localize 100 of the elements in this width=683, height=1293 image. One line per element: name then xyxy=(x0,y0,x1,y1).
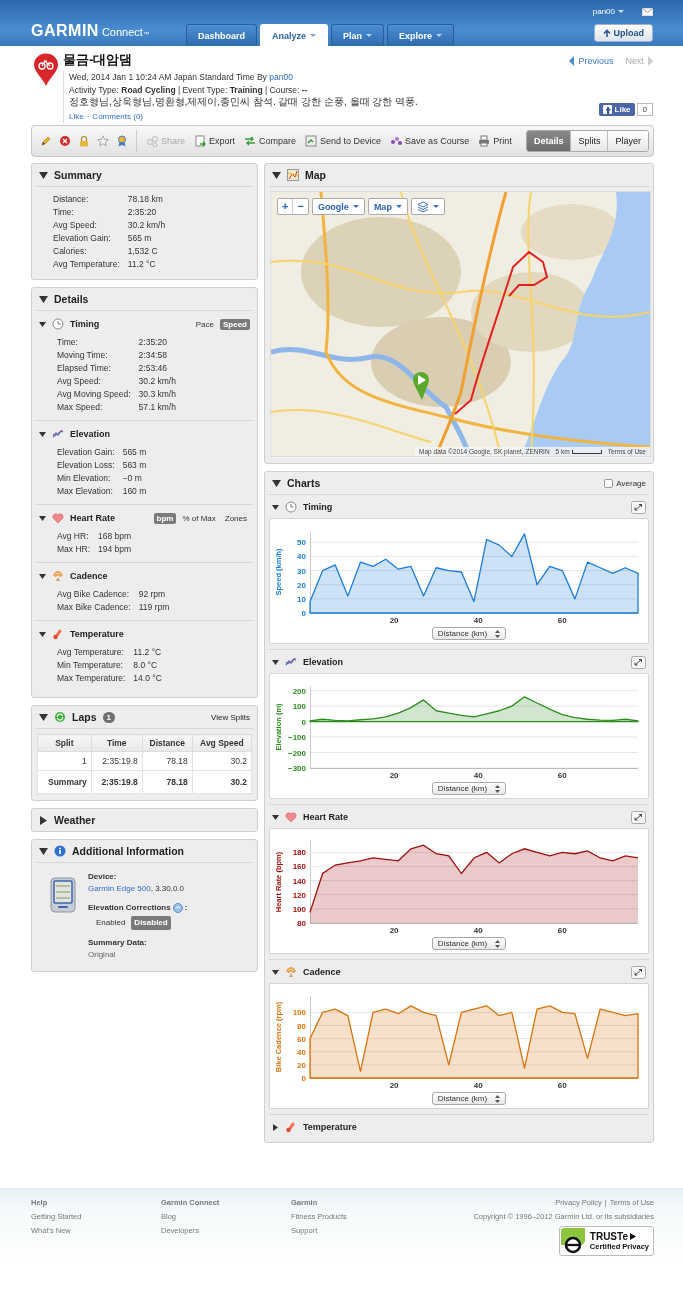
tick-label: −100 xyxy=(287,733,306,743)
toggle-option[interactable]: Speed xyxy=(220,318,250,330)
disclosure-triangle-icon[interactable] xyxy=(39,815,48,825)
disclosure-triangle-icon[interactable] xyxy=(272,478,281,488)
caret-icon xyxy=(352,205,359,208)
toggle-option[interactable]: Disabled xyxy=(131,916,171,930)
view-tab[interactable]: Player xyxy=(607,131,648,151)
device-link[interactable]: Garmin Edge 500 xyxy=(88,884,151,893)
stat-value: 2:53:46 xyxy=(138,362,168,375)
column-header: Split xyxy=(37,734,92,752)
help-icon[interactable] xyxy=(172,903,183,913)
tick-label: 80 xyxy=(297,1021,306,1031)
toolbar-button[interactable]: Send to Device xyxy=(305,135,382,147)
view-splits-link[interactable]: View Splits xyxy=(211,712,250,722)
star-icon[interactable] xyxy=(97,135,109,147)
average-checkbox[interactable] xyxy=(604,478,614,488)
lock-icon[interactable] xyxy=(78,135,90,147)
tick-label: 20 xyxy=(297,580,306,590)
left-arrow-icon xyxy=(569,56,575,66)
like-link[interactable]: Like xyxy=(69,111,84,121)
delete-icon[interactable] xyxy=(59,135,71,147)
logo-wordmark[interactable]: GARMIN xyxy=(31,22,99,40)
tick-label: 200 xyxy=(292,686,306,696)
tick-label: 40 xyxy=(297,552,306,562)
disclosure-triangle-icon[interactable] xyxy=(39,712,48,722)
checkbox-label: Average xyxy=(616,478,646,488)
stat-value: 14.0 °C xyxy=(133,672,163,685)
disclosure-triangle-icon[interactable] xyxy=(272,968,279,976)
nav-tab[interactable]: Plan xyxy=(331,24,385,46)
zoom-out-button[interactable]: − xyxy=(293,199,308,214)
stat-label: Avg Speed: xyxy=(57,375,102,388)
like-count: 0 xyxy=(636,103,653,116)
comments-link[interactable]: Comments (0) xyxy=(92,111,144,121)
view-tab[interactable]: Details xyxy=(526,131,571,151)
section-title: Timing xyxy=(70,319,100,329)
cadence-icon xyxy=(52,570,64,582)
table-cell: 30.2 xyxy=(192,751,252,771)
upload-button[interactable]: Upload xyxy=(593,24,653,42)
zoom-in-button[interactable]: + xyxy=(278,199,294,214)
facebook-like-button[interactable]: Like xyxy=(598,103,635,116)
toolbar-button[interactable]: Compare xyxy=(244,135,297,147)
toggle-option[interactable]: % of Max xyxy=(179,512,219,524)
disclosure-triangle-icon[interactable] xyxy=(39,320,46,328)
disclosure-triangle-icon[interactable] xyxy=(39,430,46,438)
disclosure-triangle-icon[interactable] xyxy=(272,170,281,180)
disclosure-triangle-icon[interactable] xyxy=(39,170,48,180)
tick-label: 0 xyxy=(301,609,306,618)
disclosure-triangle-icon[interactable] xyxy=(272,813,279,821)
disclosure-triangle-icon[interactable] xyxy=(272,1123,279,1131)
column-header: Avg Speed xyxy=(192,734,252,752)
axis-select[interactable]: Distance (km) xyxy=(431,937,507,950)
stat-label: Avg HR: xyxy=(57,530,90,543)
author-link[interactable]: pan00 xyxy=(269,72,293,82)
nav-tab[interactable]: Dashboard xyxy=(186,24,257,46)
disclosure-triangle-icon[interactable] xyxy=(39,630,46,638)
toggle-option[interactable]: bpm xyxy=(153,512,177,524)
field-value: Original xyxy=(88,949,116,961)
map-dropdown[interactable]: Map xyxy=(367,198,408,215)
previous-link[interactable]: Previous xyxy=(569,56,614,66)
tick-label: 60 xyxy=(297,1034,306,1044)
cadence-icon xyxy=(285,966,297,978)
map-dropdown[interactable]: Google xyxy=(311,198,365,215)
expand-icon[interactable] xyxy=(631,500,646,514)
expand-icon[interactable] xyxy=(631,810,646,824)
view-tab[interactable]: Splits xyxy=(570,131,608,151)
upload-arrow-icon xyxy=(602,28,611,38)
logo-product[interactable]: Connect xyxy=(101,26,143,38)
tick-label: 50 xyxy=(297,538,306,548)
toggle-option[interactable]: Zones xyxy=(221,512,250,524)
axis-select[interactable]: Distance (km) xyxy=(431,1092,507,1105)
disclosure-triangle-icon[interactable] xyxy=(39,846,48,856)
disclosure-triangle-icon[interactable] xyxy=(39,294,48,304)
tick-label: 40 xyxy=(473,1081,483,1090)
expand-icon[interactable] xyxy=(631,655,646,669)
disclosure-triangle-icon[interactable] xyxy=(39,514,46,522)
disclosure-triangle-icon[interactable] xyxy=(39,572,46,580)
ribbon-icon[interactable] xyxy=(116,135,128,147)
toggle-option[interactable]: Enabled xyxy=(93,916,129,930)
toolbar-button[interactable]: Save as Course xyxy=(390,135,470,147)
axis-select[interactable]: Distance (km) xyxy=(431,627,507,640)
disclosure-triangle-icon[interactable] xyxy=(272,658,279,666)
mail-icon[interactable] xyxy=(642,7,653,16)
line-graph-icon xyxy=(52,428,64,440)
stat-value: 119 rpm xyxy=(138,601,171,614)
pencil-icon[interactable] xyxy=(40,135,52,147)
panel-title: Weather xyxy=(54,814,96,826)
layers-button[interactable] xyxy=(410,198,445,215)
axis-select[interactable]: Distance (km) xyxy=(431,782,507,795)
thermometer-icon xyxy=(285,1121,297,1133)
toggle-option[interactable]: Pace xyxy=(192,318,217,330)
user-menu[interactable]: pan00 xyxy=(592,7,624,16)
up-down-arrows-icon xyxy=(495,629,501,638)
toolbar-button[interactable]: Export xyxy=(194,135,236,147)
stat-value: 78.18 km xyxy=(127,193,164,206)
expand-icon[interactable] xyxy=(631,965,646,979)
nav-tab[interactable]: Explore xyxy=(387,24,455,46)
disclosure-triangle-icon[interactable] xyxy=(272,503,279,511)
stat-label: Elevation Gain: xyxy=(53,232,112,245)
nav-tab[interactable]: Analyze xyxy=(260,24,329,46)
toolbar-button[interactable]: Print xyxy=(478,135,512,147)
